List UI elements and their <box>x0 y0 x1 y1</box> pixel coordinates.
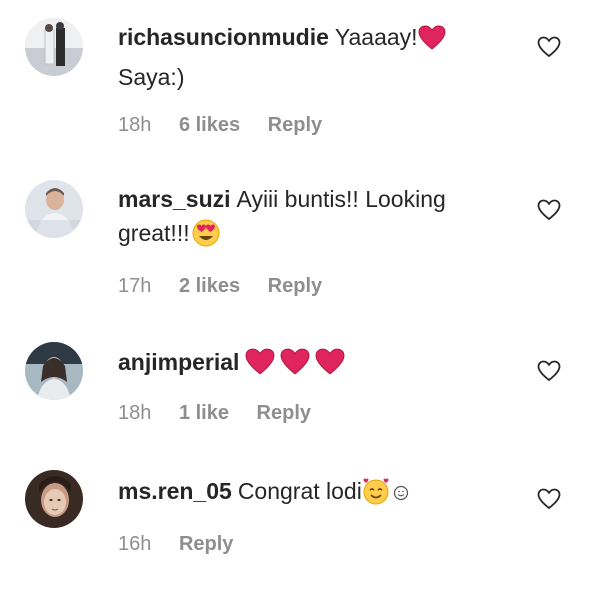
username[interactable]: richasuncionmudie <box>118 24 329 50</box>
smiling-face-with-hearts-emoji <box>362 477 390 514</box>
likes-count[interactable]: 2 likes <box>179 275 240 297</box>
avatar[interactable] <box>25 180 83 238</box>
likes-count[interactable]: 1 like <box>179 402 229 424</box>
comment-text-continued: Saya:) <box>118 64 185 90</box>
reply-button[interactable]: Reply <box>257 402 311 424</box>
red-heart-emoji <box>418 25 446 60</box>
username[interactable]: mars_suzi <box>118 186 231 212</box>
username[interactable]: ms.ren_05 <box>118 478 232 504</box>
like-heart-icon[interactable] <box>537 360 561 382</box>
like-heart-icon[interactable] <box>537 199 561 221</box>
avatar[interactable] <box>25 342 83 400</box>
comment-text: Congrat lodi <box>237 478 362 504</box>
timestamp: 18h <box>118 402 152 424</box>
reply-button[interactable]: Reply <box>268 275 322 297</box>
timestamp: 16h <box>118 533 152 555</box>
like-heart-icon[interactable] <box>537 488 561 510</box>
timestamp: 17h <box>118 275 152 297</box>
small-smile-emoji <box>393 476 409 510</box>
red-heart-emoji <box>280 348 310 385</box>
red-heart-emoji <box>245 348 275 385</box>
avatar[interactable] <box>25 18 83 76</box>
heart-eyes-emoji <box>192 219 220 256</box>
comment-meta: 18h 1 like Reply <box>118 402 333 425</box>
username[interactable]: anjimperial <box>118 349 239 375</box>
likes-count[interactable]: 6 likes <box>179 114 240 136</box>
comment-meta: 16h Reply <box>118 533 255 556</box>
comment-text: Yaaaay! <box>334 24 418 50</box>
like-heart-icon[interactable] <box>537 36 561 58</box>
reply-button[interactable]: Reply <box>268 114 322 136</box>
comment-meta: 18h 6 likes Reply <box>118 114 344 137</box>
reply-button[interactable]: Reply <box>179 533 233 555</box>
comment-meta: 17h 2 likes Reply <box>118 275 344 298</box>
timestamp: 18h <box>118 114 152 136</box>
red-heart-emoji <box>315 348 345 385</box>
avatar[interactable] <box>25 470 83 528</box>
